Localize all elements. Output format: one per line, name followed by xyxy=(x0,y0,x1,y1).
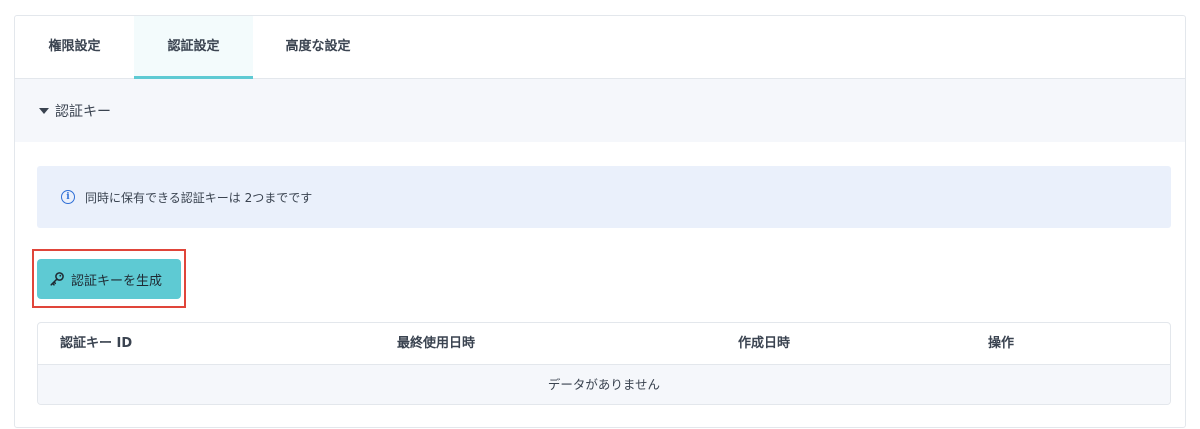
info-text: 同時に保有できる認証キーは 2つまでです xyxy=(85,190,313,205)
tab-authentication[interactable]: 認証設定 xyxy=(134,16,253,79)
column-header-actions: 操作 xyxy=(988,336,1015,351)
column-header-last-used: 最終使用日時 xyxy=(397,336,476,351)
caret-down-icon xyxy=(39,107,49,114)
tab-bar: 権限設定 認証設定 高度な設定 xyxy=(15,16,1185,79)
tab-advanced[interactable]: 高度な設定 xyxy=(253,16,383,78)
column-header-created: 作成日時 xyxy=(738,336,791,351)
info-icon: i xyxy=(61,190,75,204)
info-alert: i 同時に保有できる認証キーは 2つまでです xyxy=(37,166,1171,228)
generate-button-label: 認証キーを生成 xyxy=(71,273,163,289)
key-icon xyxy=(50,272,64,286)
table-header: 認証キー ID 最終使用日時 作成日時 操作 xyxy=(38,323,1170,365)
auth-key-table: 認証キー ID 最終使用日時 作成日時 操作 データがありません xyxy=(37,322,1171,405)
column-header-key-id: 認証キー ID xyxy=(60,336,133,351)
tab-permissions[interactable]: 権限設定 xyxy=(15,16,134,78)
settings-panel: 権限設定 認証設定 高度な設定 認証キー i 同時に保有できる認証キーは 2つま… xyxy=(14,15,1186,428)
table-empty-row: データがありません xyxy=(38,365,1170,404)
auth-key-section-header[interactable]: 認証キー xyxy=(15,79,1185,142)
generate-auth-key-button[interactable]: 認証キーを生成 xyxy=(37,259,181,299)
section-title: 認証キー xyxy=(55,103,111,120)
